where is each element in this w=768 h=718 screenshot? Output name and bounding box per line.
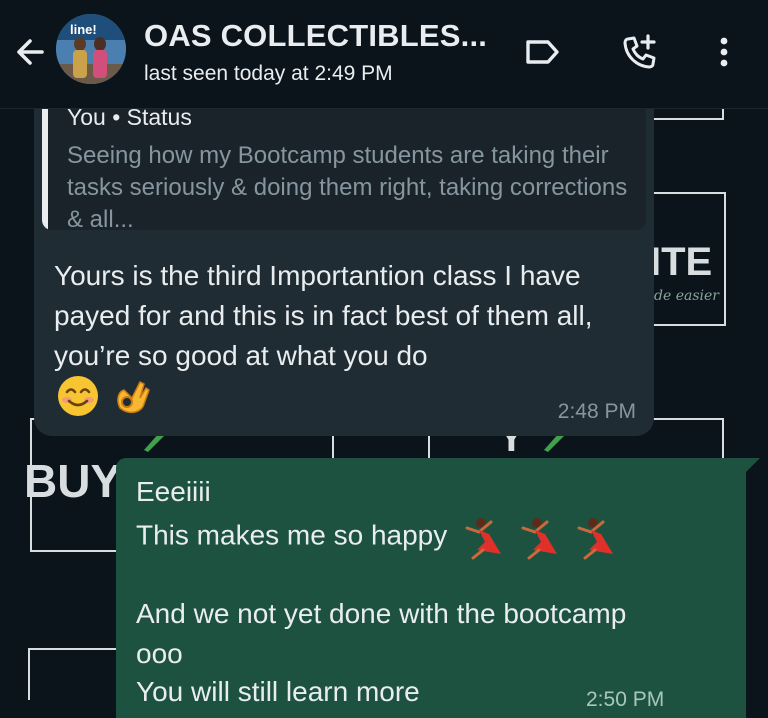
incoming-message-text: Yours is the third Importantion class I … xyxy=(54,260,593,371)
back-arrow-icon[interactable] xyxy=(12,32,52,72)
quote-text: Seeing how my Bootcamp students are taki… xyxy=(67,142,628,230)
smiling-face-emoji xyxy=(58,376,98,416)
outgoing-message-text: This makes me so happy xyxy=(136,519,448,551)
quote-accent-bar xyxy=(42,96,48,230)
chat-header: line! OAS COLLECTIBLES... last seen toda… xyxy=(0,0,768,109)
outgoing-message-line: And we not yet done with the bootcamp xyxy=(136,598,627,629)
wallpaper-script-text: de easier xyxy=(654,288,719,304)
incoming-message-bubble[interactable]: You • Status Seeing how my Bootcamp stud… xyxy=(34,96,654,436)
chat-title[interactable]: OAS COLLECTIBLES... xyxy=(144,18,487,54)
wallpaper-text: BUY xyxy=(24,455,122,507)
outgoing-message-line-with-emoji: This makes me so happy xyxy=(136,514,621,560)
incoming-message-time: 2:48 PM xyxy=(557,400,636,423)
avatar-photo: line! xyxy=(56,14,126,84)
outgoing-message-line: Eeeiiii xyxy=(136,476,211,507)
last-seen-status: last seen today at 2:49 PM xyxy=(144,62,393,85)
avatar[interactable]: line! xyxy=(56,14,126,84)
dancer-emoji-group xyxy=(461,514,621,560)
outgoing-message-line: ooo xyxy=(136,638,183,669)
outgoing-bubble-tail xyxy=(746,458,760,472)
dancing-woman-emoji xyxy=(465,518,502,560)
dancing-woman-emoji xyxy=(577,518,613,560)
dancing-woman-emoji xyxy=(521,518,557,560)
outgoing-message-time: 2:50 PM xyxy=(586,688,665,711)
outgoing-message-line: You will still learn more xyxy=(136,676,420,707)
avatar-sign-text: line! xyxy=(70,22,97,37)
wallpaper-text: ITE xyxy=(650,240,713,284)
quoted-status[interactable]: You • Status Seeing how my Bootcamp stud… xyxy=(42,96,646,230)
outgoing-message-bubble[interactable]: Eeeiiii This makes me so happy And we no… xyxy=(116,458,746,718)
label-icon[interactable] xyxy=(520,30,564,74)
ok-hand-emoji xyxy=(117,380,151,414)
emoji-row xyxy=(56,374,160,418)
more-vert-icon[interactable] xyxy=(702,30,746,74)
add-call-icon[interactable] xyxy=(618,30,662,74)
